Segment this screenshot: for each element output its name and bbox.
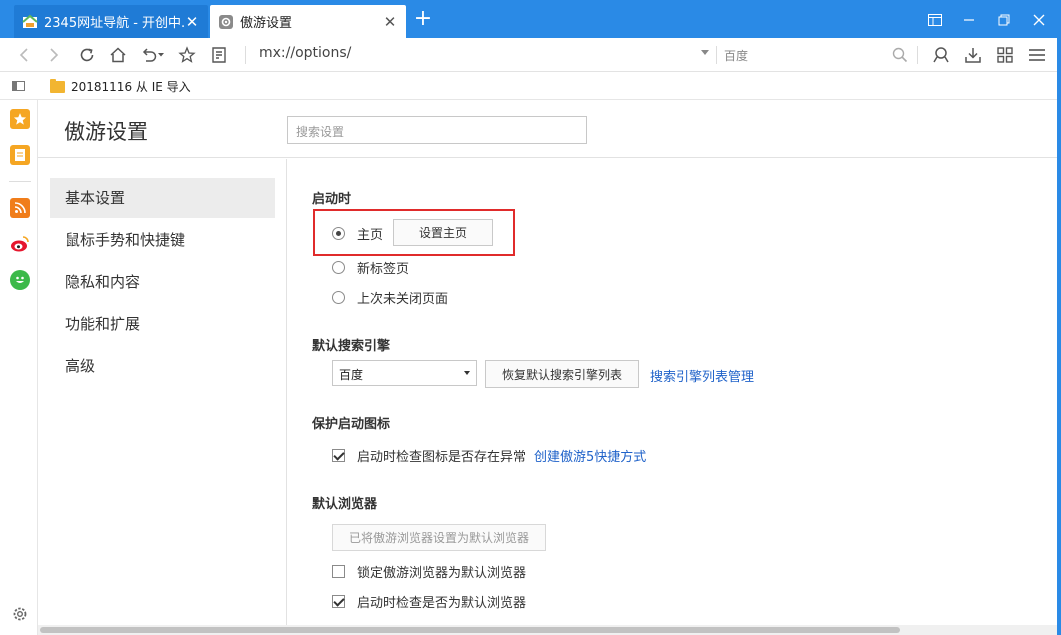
radio-label: 主页 bbox=[357, 228, 384, 243]
settings-nav: 基本设置 鼠标手势和快捷键 隐私和内容 功能和扩展 高级 bbox=[38, 159, 287, 635]
close-tab-icon[interactable]: ✕ bbox=[382, 14, 398, 30]
bookmark-folder[interactable]: 20181116 从 IE 导入 bbox=[50, 78, 191, 95]
check-default-browser[interactable]: 启动时检查是否为默认浏览器 bbox=[332, 592, 526, 611]
tab-2345[interactable]: 2345网址导航 - 开创中... ✕ bbox=[14, 5, 208, 38]
check-icon-integrity[interactable]: 启动时检查图标是否存在异常 创建傲游5快捷方式 bbox=[332, 446, 646, 465]
search-icon[interactable] bbox=[888, 43, 912, 67]
radio-homepage[interactable]: 主页 bbox=[332, 224, 383, 243]
settings-content: 启动时 主页 设置主页 新标签页 上次未关闭页面 默认搜索引擎 百度 恢复默认搜… bbox=[288, 159, 1057, 635]
separator bbox=[245, 46, 246, 64]
settings-gear-icon bbox=[218, 14, 234, 30]
radio-button[interactable] bbox=[332, 291, 345, 304]
radio-restore-session[interactable]: 上次未关闭页面 bbox=[332, 288, 448, 307]
apps-icon[interactable] bbox=[993, 43, 1017, 67]
chevron-down-icon bbox=[464, 371, 470, 375]
separator bbox=[917, 46, 918, 64]
menu-icon[interactable] bbox=[1025, 43, 1049, 67]
section-title-protect-icon: 保护启动图标 bbox=[312, 417, 391, 432]
radio-label: 新标签页 bbox=[357, 262, 410, 277]
title-bar: 2345网址导航 - 开创中... ✕ 傲游设置 ✕ + bbox=[0, 0, 1061, 38]
section-title-default-browser: 默认浏览器 bbox=[312, 497, 378, 512]
notes-icon[interactable] bbox=[10, 145, 30, 165]
bookmarks-bar: 20181116 从 IE 导入 bbox=[0, 72, 1061, 100]
smiley-app-icon[interactable] bbox=[10, 270, 30, 290]
tab-settings[interactable]: 傲游设置 ✕ bbox=[210, 5, 406, 38]
favorites-star-icon[interactable] bbox=[10, 109, 30, 129]
nav-item-gestures[interactable]: 鼠标手势和快捷键 bbox=[50, 220, 275, 260]
radio-label: 上次未关闭页面 bbox=[357, 292, 449, 307]
address-input[interactable]: mx://options/ bbox=[259, 45, 351, 61]
sidebar-layout-icon[interactable] bbox=[924, 9, 946, 31]
weibo-icon[interactable] bbox=[10, 234, 30, 254]
nav-item-basic[interactable]: 基本设置 bbox=[50, 178, 275, 218]
download-icon[interactable] bbox=[961, 43, 985, 67]
checkbox[interactable] bbox=[332, 449, 345, 462]
radio-button[interactable] bbox=[332, 227, 345, 240]
favorite-star-icon[interactable] bbox=[175, 43, 199, 67]
forward-icon[interactable] bbox=[42, 43, 66, 67]
minimize-icon[interactable] bbox=[958, 9, 980, 31]
sidebar-toggle-icon[interactable] bbox=[12, 81, 25, 91]
close-tab-icon[interactable]: ✕ bbox=[184, 14, 200, 30]
nav-item-privacy[interactable]: 隐私和内容 bbox=[50, 262, 275, 302]
settings-page: 傲游设置 搜索设置 基本设置 鼠标手势和快捷键 隐私和内容 功能和扩展 高级 启… bbox=[38, 100, 1057, 635]
select-value: 百度 bbox=[339, 368, 364, 382]
restore-search-engines-button[interactable]: 恢复默认搜索引擎列表 bbox=[485, 360, 639, 388]
nav-item-extensions[interactable]: 功能和扩展 bbox=[50, 304, 275, 344]
tab-title: 2345网址导航 - 开创中... bbox=[44, 16, 184, 31]
checkbox-label: 锁定傲游浏览器为默认浏览器 bbox=[357, 566, 527, 581]
new-tab-button[interactable]: + bbox=[412, 8, 434, 31]
settings-header: 傲游设置 搜索设置 bbox=[38, 100, 1057, 158]
checkbox[interactable] bbox=[332, 565, 345, 578]
settings-gear-icon[interactable] bbox=[11, 605, 29, 623]
address-dropdown-icon[interactable] bbox=[701, 50, 709, 55]
folder-icon bbox=[50, 78, 65, 93]
set-homepage-button[interactable]: 设置主页 bbox=[393, 219, 493, 246]
close-window-icon[interactable] bbox=[1028, 9, 1050, 31]
scrollbar-thumb[interactable] bbox=[40, 627, 900, 633]
radio-button[interactable] bbox=[332, 261, 345, 274]
horizontal-scrollbar[interactable] bbox=[38, 625, 1057, 635]
page-title: 傲游设置 bbox=[64, 120, 148, 144]
search-input[interactable]: 百度 bbox=[724, 47, 748, 64]
user-account-icon[interactable] bbox=[929, 43, 953, 67]
settings-search-input[interactable]: 搜索设置 bbox=[287, 116, 587, 144]
lock-default-browser[interactable]: 锁定傲游浏览器为默认浏览器 bbox=[332, 562, 526, 581]
tab-title: 傲游设置 bbox=[240, 16, 293, 31]
section-title-search-engine: 默认搜索引擎 bbox=[312, 339, 391, 354]
reading-mode-icon[interactable] bbox=[207, 43, 231, 67]
create-shortcut-link[interactable]: 创建傲游5快捷方式 bbox=[534, 446, 646, 465]
checkbox-label: 启动时检查图标是否存在异常 bbox=[357, 450, 527, 465]
window-frame bbox=[1057, 38, 1061, 635]
checkbox-label: 启动时检查是否为默认浏览器 bbox=[357, 596, 527, 611]
side-panel bbox=[0, 100, 38, 635]
separator bbox=[716, 46, 717, 64]
search-engine-select[interactable]: 百度 bbox=[332, 360, 477, 386]
separator bbox=[9, 181, 31, 182]
bookmark-label: 20181116 从 IE 导入 bbox=[71, 80, 191, 94]
rss-icon[interactable] bbox=[10, 198, 30, 218]
undo-dropdown-icon[interactable] bbox=[155, 43, 167, 67]
set-default-browser-button[interactable]: 已将傲游浏览器设置为默认浏览器 bbox=[332, 524, 546, 551]
section-title-startup: 启动时 bbox=[312, 192, 352, 207]
checkbox[interactable] bbox=[332, 595, 345, 608]
radio-new-tab[interactable]: 新标签页 bbox=[332, 258, 409, 277]
home-icon[interactable] bbox=[106, 43, 130, 67]
back-icon[interactable] bbox=[12, 43, 36, 67]
restore-icon[interactable] bbox=[993, 9, 1015, 31]
manage-search-engines-link[interactable]: 搜索引擎列表管理 bbox=[650, 366, 754, 385]
refresh-icon[interactable] bbox=[75, 43, 99, 67]
navigation-bar: mx://options/ 百度 bbox=[0, 38, 1061, 72]
2345-site-icon bbox=[22, 14, 38, 30]
nav-item-advanced[interactable]: 高级 bbox=[50, 346, 275, 386]
